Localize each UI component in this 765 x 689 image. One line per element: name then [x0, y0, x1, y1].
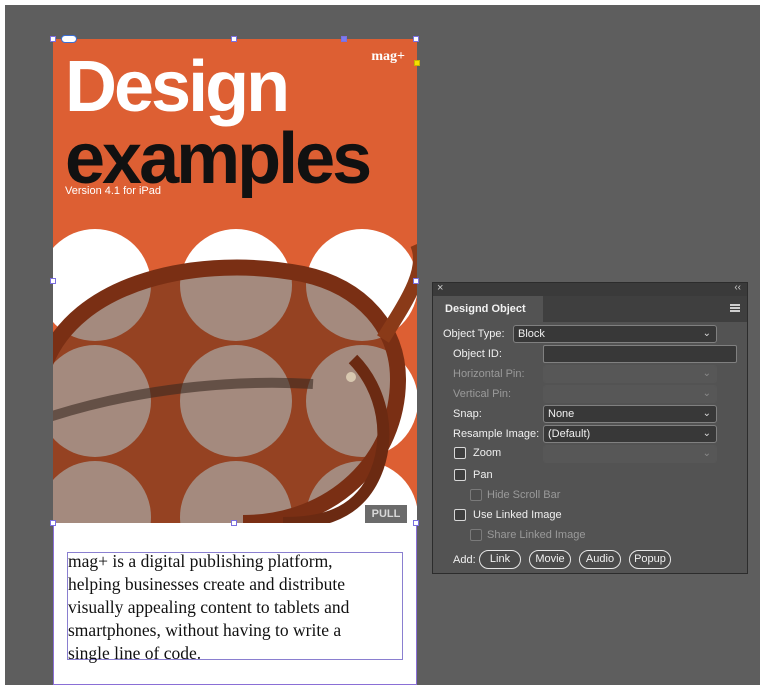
- zoom-checkbox[interactable]: [454, 447, 466, 459]
- cover-title-line1: Design: [65, 47, 290, 127]
- add-movie-button[interactable]: Movie: [529, 550, 571, 569]
- body-text-line: mag+ is a digital publishing platform,: [68, 551, 333, 571]
- selection-handle[interactable]: [413, 278, 419, 284]
- horizontal-pin-label: Horizontal Pin:: [453, 368, 525, 380]
- chevron-down-icon: ⌄: [702, 328, 711, 339]
- chevron-down-icon: ⌄: [702, 388, 711, 399]
- panel-tab-bar: Designd Object: [433, 296, 747, 322]
- object-id-label: Object ID:: [453, 348, 502, 360]
- share-linked-image-label: Share Linked Image: [487, 529, 586, 541]
- add-audio-button[interactable]: Audio: [579, 550, 621, 569]
- zoom-label: Zoom: [473, 447, 502, 459]
- horizontal-pin-select[interactable]: ⌄: [543, 365, 717, 383]
- body-text-line: smartphones, without having to write a: [68, 620, 342, 640]
- use-linked-image-checkbox[interactable]: [454, 509, 466, 521]
- tab-designed-object[interactable]: Designd Object: [433, 296, 543, 322]
- close-icon[interactable]: ×: [437, 282, 443, 294]
- designed-object-panel: × ‹‹ Designd Object Object Type: Block ⌄…: [432, 282, 748, 574]
- link-chain-icon[interactable]: [61, 35, 77, 43]
- object-id-input[interactable]: [543, 345, 737, 363]
- add-label: Add:: [453, 554, 476, 566]
- body-text-line: visually appealing content to tablets an…: [68, 597, 350, 617]
- object-type-label: Object Type:: [443, 328, 505, 340]
- pan-checkbox[interactable]: [454, 469, 466, 481]
- panel-menu-icon[interactable]: [730, 304, 740, 312]
- body-text[interactable]: mag+ is a digital publishing platform, h…: [68, 550, 398, 665]
- snap-value: None: [548, 408, 575, 420]
- chevron-down-icon: ⌄: [702, 428, 711, 439]
- zoom-select: ⌄: [543, 445, 717, 463]
- chevron-down-icon: ⌄: [702, 408, 711, 419]
- pull-tab: PULL: [365, 505, 407, 523]
- snap-select[interactable]: None ⌄: [543, 405, 717, 423]
- selection-handle[interactable]: [231, 520, 237, 526]
- body-text-line: single line of code.: [68, 643, 202, 663]
- chevron-down-icon: ⌄: [702, 368, 711, 379]
- add-popup-button[interactable]: Popup: [629, 550, 671, 569]
- resample-image-value: (Default): [548, 428, 591, 440]
- snap-label: Snap:: [453, 408, 482, 420]
- object-type-value: Block: [518, 328, 545, 340]
- chevron-down-icon: ⌄: [702, 448, 711, 459]
- content-grabber-handle[interactable]: [414, 60, 420, 66]
- vertical-pin-label: Vertical Pin:: [453, 388, 512, 400]
- vertical-pin-select[interactable]: ⌄: [543, 385, 717, 403]
- hide-scroll-bar-label: Hide Scroll Bar: [487, 489, 561, 501]
- magplus-logo: mag+: [371, 49, 405, 64]
- panel-title-bar[interactable]: × ‹‹: [433, 282, 747, 296]
- collapse-icon[interactable]: ‹‹: [734, 282, 741, 293]
- resample-image-select[interactable]: (Default) ⌄: [543, 425, 717, 443]
- selection-handle[interactable]: [341, 36, 347, 42]
- hide-scroll-bar-checkbox[interactable]: [470, 489, 482, 501]
- cover-subtitle: Version 4.1 for iPad: [65, 185, 162, 197]
- cover-image[interactable]: Design examples Version 4.1 for iPad mag…: [53, 39, 417, 523]
- selection-handle[interactable]: [231, 36, 237, 42]
- selection-handle[interactable]: [413, 520, 419, 526]
- resample-image-label: Resample Image:: [453, 428, 540, 440]
- pan-label: Pan: [473, 469, 493, 481]
- use-linked-image-label: Use Linked Image: [473, 509, 562, 521]
- object-type-select[interactable]: Block ⌄: [513, 325, 717, 343]
- selection-handle[interactable]: [413, 36, 419, 42]
- selection-handle[interactable]: [50, 36, 56, 42]
- add-link-button[interactable]: Link: [479, 550, 521, 569]
- selection-handle[interactable]: [50, 520, 56, 526]
- selection-handle[interactable]: [50, 278, 56, 284]
- body-text-line: helping businesses create and distribute: [68, 574, 346, 594]
- share-linked-image-checkbox[interactable]: [470, 529, 482, 541]
